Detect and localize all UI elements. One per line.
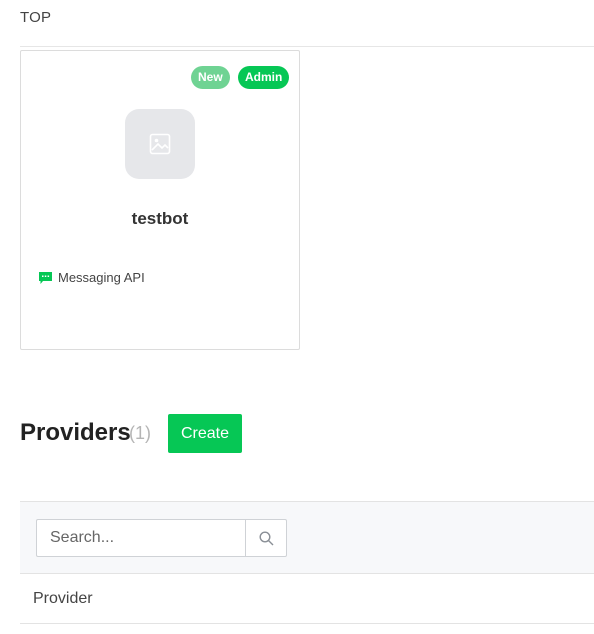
admin-badge: Admin: [238, 66, 290, 89]
search-button[interactable]: [245, 519, 287, 557]
create-button[interactable]: Create: [168, 414, 242, 453]
channel-avatar: [125, 109, 195, 179]
filter-bar: [20, 501, 594, 574]
channel-card[interactable]: New Admin testbot Messaging API: [20, 50, 300, 350]
image-placeholder-icon: [149, 133, 171, 155]
channel-type: Messaging API: [39, 270, 145, 285]
search-input[interactable]: [36, 519, 246, 557]
channel-name: testbot: [131, 209, 189, 228]
column-header-provider[interactable]: Provider: [33, 590, 93, 608]
providers-count: (1): [129, 423, 151, 443]
divider: [20, 46, 594, 47]
new-badge: New: [191, 66, 230, 89]
table-header: Provider: [20, 574, 594, 624]
search-icon: [258, 530, 273, 545]
providers-heading: Providers: [20, 419, 131, 446]
breadcrumb[interactable]: TOP: [20, 9, 51, 26]
chat-bubble-icon: [39, 271, 52, 284]
channel-type-label: Messaging API: [58, 270, 145, 285]
